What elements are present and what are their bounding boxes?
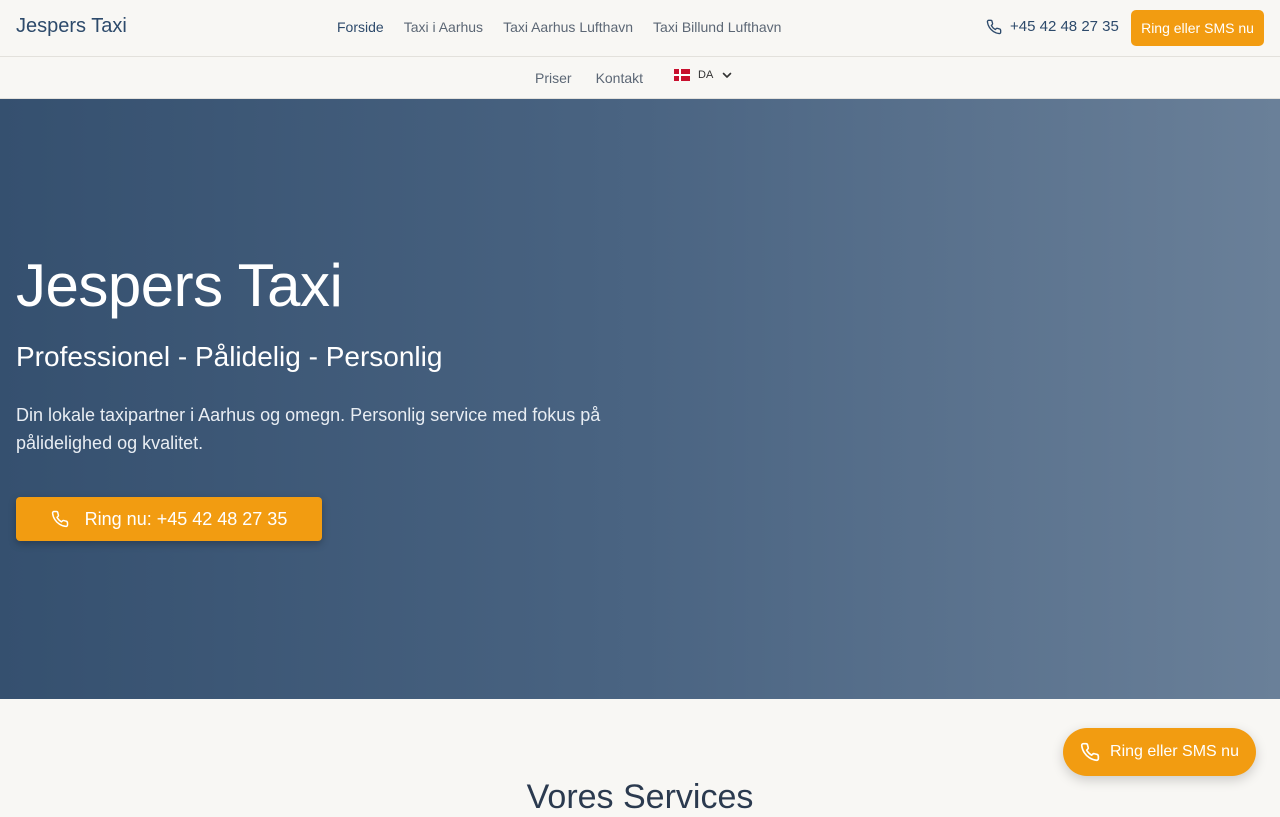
nav-link-taxi-aarhus-lufthavn[interactable]: Taxi Aarhus Lufthavn bbox=[503, 19, 633, 35]
main-nav: Forside Taxi i Aarhus Taxi Aarhus Luftha… bbox=[337, 19, 781, 35]
nav-link-kontakt[interactable]: Kontakt bbox=[596, 70, 643, 86]
hero-section: Jespers Taxi Professionel - Pålidelig - … bbox=[0, 99, 1280, 699]
danish-flag-icon bbox=[674, 69, 690, 81]
hero-subtitle: Professionel - Pålidelig - Personlig bbox=[16, 341, 443, 372]
nav-link-taxi-billund-lufthavn[interactable]: Taxi Billund Lufthavn bbox=[653, 19, 781, 35]
nav-link-taxi-i-aarhus[interactable]: Taxi i Aarhus bbox=[404, 19, 483, 35]
floating-call-sms-button[interactable]: Ring eller SMS nu bbox=[1063, 728, 1256, 776]
brand-logo-link[interactable]: Jespers Taxi bbox=[16, 15, 127, 38]
secondary-nav: Priser Kontakt DA bbox=[0, 57, 1280, 99]
language-code: DA bbox=[698, 69, 714, 81]
phone-icon bbox=[1080, 742, 1100, 762]
call-sms-button[interactable]: Ring eller SMS nu bbox=[1131, 10, 1264, 46]
hero-description: Din lokale taxipartner i Aarhus og omegn… bbox=[16, 405, 601, 453]
floating-cta-label: Ring eller SMS nu bbox=[1110, 743, 1239, 760]
nav-link-forside[interactable]: Forside bbox=[337, 19, 384, 35]
chevron-down-icon bbox=[722, 72, 732, 78]
call-now-label: Ring nu: +45 42 48 27 35 bbox=[84, 508, 288, 529]
call-now-button[interactable]: Ring nu: +45 42 48 27 35 bbox=[16, 497, 322, 541]
language-selector[interactable]: DA bbox=[674, 69, 733, 81]
secondary-nav-links: Priser Kontakt bbox=[535, 70, 643, 86]
phone-icon bbox=[986, 19, 1002, 34]
nav-link-priser[interactable]: Priser bbox=[535, 70, 572, 86]
hero-title: Jespers Taxi bbox=[16, 252, 343, 319]
phone-icon bbox=[51, 510, 68, 528]
top-navbar: Jespers Taxi Forside Taxi i Aarhus Taxi … bbox=[0, 0, 1280, 57]
header-phone-number: +45 42 48 27 35 bbox=[1010, 18, 1119, 35]
services-title: Vores Services bbox=[526, 778, 754, 816]
header-phone-link[interactable]: +45 42 48 27 35 bbox=[986, 18, 1119, 35]
